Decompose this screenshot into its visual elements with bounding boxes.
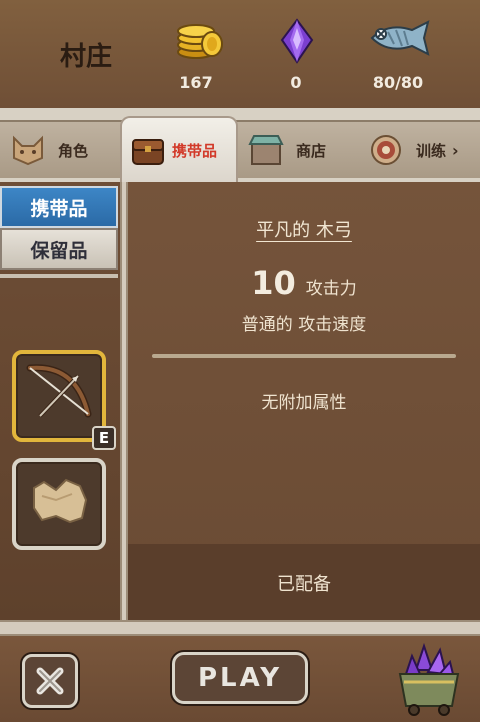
- food-count: 80/80: [372, 73, 424, 92]
- tab-more-chevron-icon[interactable]: ›: [452, 141, 459, 160]
- fish-icon: [370, 20, 430, 56]
- bow-icon: [26, 364, 92, 418]
- target-icon: [371, 135, 401, 165]
- equipped-status-button[interactable]: 已配备: [128, 544, 480, 622]
- bottom-bar: PLAY: [0, 636, 480, 722]
- equipped-badge: E: [92, 426, 116, 450]
- item-name: 平凡的 木弓: [256, 220, 352, 241]
- inventory-slot-parchment[interactable]: [12, 458, 106, 550]
- gold-coins-icon: [177, 24, 223, 59]
- play-button[interactable]: PLAY: [172, 652, 308, 704]
- no-attributes-label: 无附加属性: [261, 393, 347, 413]
- tab-carry-label: 携带品: [172, 141, 218, 160]
- attack-speed-label: 普通的 攻击速度: [241, 315, 367, 335]
- close-icon: [36, 667, 64, 695]
- tab-shop[interactable]: 商店: [248, 122, 358, 178]
- main-tab-bar: 角色 携带品 商店 训练 ›: [0, 108, 480, 182]
- attack-row: 10 攻击力: [128, 264, 480, 302]
- gem-count: 0: [290, 73, 302, 92]
- close-button[interactable]: [22, 654, 78, 708]
- parchment-icon: [33, 478, 88, 524]
- panel-divider: [120, 182, 128, 622]
- tab-training[interactable]: 训练 ›: [368, 122, 476, 178]
- tab-carried-items[interactable]: 携带品: [0, 186, 118, 228]
- tab-carry[interactable]: 携带品: [120, 116, 238, 182]
- gold-count: 167: [179, 73, 213, 92]
- backpack-icon: [132, 139, 164, 165]
- inventory-panel: 携带品 保留品 E: [0, 182, 122, 622]
- shop-stall-icon: [248, 135, 284, 165]
- bottom-divider: [0, 620, 480, 636]
- play-button-label: PLAY: [197, 663, 283, 693]
- tab-training-label: 训练: [416, 141, 447, 160]
- attack-label: 攻击力: [305, 279, 357, 299]
- attack-value: 10: [251, 264, 296, 302]
- gem-cart-icon[interactable]: [396, 640, 462, 716]
- tab-character[interactable]: 角色: [10, 122, 120, 178]
- tab-character-label: 角色: [58, 141, 89, 160]
- detail-divider: [152, 354, 456, 358]
- tab-shop-label: 商店: [296, 141, 327, 160]
- tab-stored-items[interactable]: 保留品: [0, 228, 118, 270]
- item-detail-panel: 平凡的 木弓 10 攻击力 普通的 攻击速度 无附加属性 已配备: [128, 182, 480, 622]
- cat-face-icon: [13, 135, 43, 166]
- purple-gem-icon: [280, 18, 314, 64]
- side-divider: [0, 274, 118, 278]
- resource-header: 村庄 167 0 80/80: [0, 0, 480, 108]
- equipped-status-label: 已配备: [277, 574, 331, 595]
- location-title: 村庄: [60, 42, 113, 72]
